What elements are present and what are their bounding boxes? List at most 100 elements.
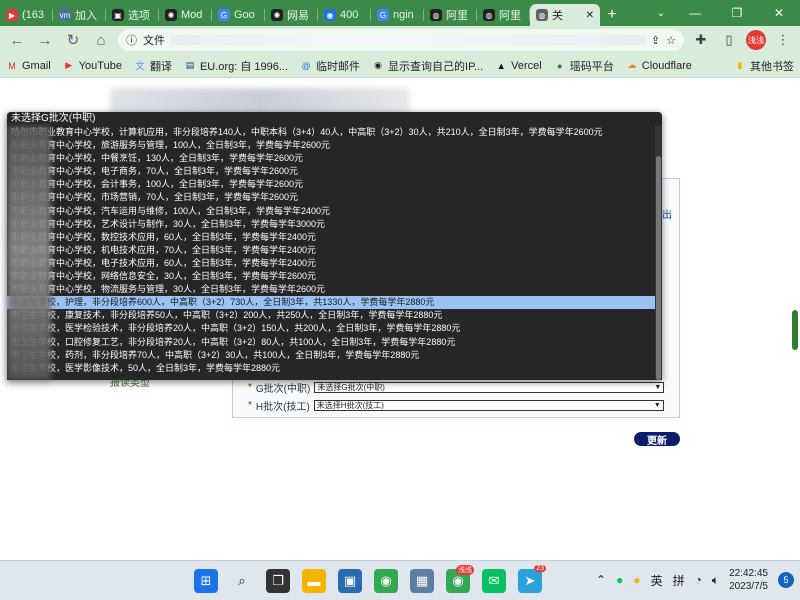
minimize-button[interactable]: — (674, 0, 716, 26)
store-icon[interactable]: ▣ (338, 569, 362, 593)
bookmark-item[interactable]: ☁ Cloudflare (626, 60, 692, 72)
bookmark-label: Vercel (511, 59, 542, 72)
bookmark-item[interactable]: M Gmail (6, 60, 50, 72)
tab-label: 400 (340, 9, 359, 21)
bookmark-item[interactable]: ▲ Vercel (495, 60, 542, 72)
dropdown-option[interactable]: 市职业教育中心学校，机电技术应用，70人，全日制3年，学费每学年2400元 (7, 244, 655, 257)
volume-icon[interactable]: 🔈︎ (712, 573, 719, 588)
dropdown-option[interactable]: 市卫生学校，药剂，非分段培养70人，中高职（3+2）30人，共100人，全日制3… (7, 349, 655, 362)
tab-label: Goo (234, 9, 255, 21)
dropdown-option[interactable]: 市职业教育中心学校，数控技术应用，60人，全日制3年，学费每学年2400元 (7, 231, 655, 244)
info-icon[interactable]: ⓘ (126, 32, 137, 48)
dropdown-option[interactable]: 市职业教育中心学校，汽车运用与维修，100人，全日制3年，学费每学年2400元 (7, 205, 655, 218)
wechat-icon[interactable]: ✉ (482, 569, 506, 593)
sidepanel-icon[interactable]: ▯ (718, 29, 740, 51)
browser-tab[interactable]: ✺ 网易 (265, 4, 318, 26)
forward-icon[interactable]: → (34, 29, 56, 51)
wechat-tray-icon[interactable]: ● (616, 573, 623, 587)
task-view-icon[interactable]: ❐ (266, 569, 290, 593)
address-bar[interactable]: ⓘ 文件 ⇪ ☆ (118, 29, 684, 51)
network-icon[interactable]: ◔ (695, 573, 702, 587)
browser-tab[interactable]: ▣ 选项 (106, 4, 159, 26)
notification-badge[interactable]: 5 (778, 572, 794, 588)
dropdown-option[interactable]: 市职业教育中心学校，艺术设计与制作，30人，全日制3年，学费每学年3000元 (7, 218, 655, 231)
dropdown-option[interactable]: 市职业教育中心学校，电子技术应用，60人，全日制3年，学费每学年2400元 (7, 257, 655, 270)
dropdown-option[interactable]: 市卫生学校，护理，非分段培养600人，中高职（3+2）730人，全日制3年，共1… (7, 296, 655, 310)
bookmark-item[interactable]: ▶ YouTube (63, 60, 122, 72)
bookmark-item[interactable]: ● 瑶码平台 (554, 58, 614, 74)
bookmark-item[interactable]: 文翻译 (134, 58, 172, 74)
browser-tab[interactable]: Gngin (371, 4, 424, 26)
browser-toolbar: ← → ↻ ⌂ ⓘ 文件 ⇪ ☆ ✚ ▯ 浅浅 ⋮ (0, 26, 800, 54)
dropdown-option[interactable]: 市卫生学校，医学检验技术，非分段培养20人，中高职（3+2）150人，共200人… (7, 322, 655, 335)
url-text-redacted (171, 35, 645, 45)
browser-tab[interactable]: ◍ 关 ✕ (530, 4, 600, 26)
browser-tab[interactable]: vm 加入 (53, 4, 106, 26)
update-button[interactable]: 更新 (634, 432, 680, 447)
profile-avatar[interactable]: 浅浅 (746, 30, 766, 50)
tab-search-icon[interactable]: ⌄ (648, 0, 674, 26)
browser-tab[interactable]: ◉ 400 (318, 4, 371, 26)
file-explorer-icon[interactable]: ▬ (302, 569, 326, 593)
bookmark-item[interactable]: ◉ 显示查询自己的IP... (372, 58, 483, 74)
scroll-thumb[interactable] (656, 156, 661, 380)
other-bookmarks-label: 其他书签 (750, 60, 794, 73)
screenshot-icon[interactable]: ▦ (410, 569, 434, 593)
dropdown-option[interactable]: 市卫生学校，医学影像技术，50人，全日制3年，学费每学年2880元 (7, 362, 655, 375)
dropdown-header[interactable]: 未选择G批次(中职) (7, 112, 662, 126)
g-batch-select[interactable]: 未选择G批次(中职) ▼ (314, 382, 665, 393)
dropdown-option[interactable]: 市卫生学校，口腔修复工艺，非分段培养20人，中高职（3+2）80人，共100人，… (7, 336, 655, 349)
chevron-up-icon[interactable]: ⌃ (596, 573, 606, 587)
browser-tab[interactable]: G Goo (212, 4, 265, 26)
openai-icon: ✺ (165, 9, 177, 21)
dropdown-scrollbar[interactable] (655, 126, 662, 380)
restore-button[interactable]: ❐ (716, 0, 758, 26)
dropdown-option[interactable]: 市职业教育中心学校，电子商务，70人，全日制3年，学费每学年2600元 (7, 165, 655, 178)
bookmark-item[interactable]: ▤ EU.org: 自 1996... (184, 58, 288, 74)
page-scrollbar[interactable] (792, 310, 798, 350)
telegram-icon[interactable]: ➤ 23 (518, 565, 546, 593)
menu-icon[interactable]: ⋮ (772, 29, 794, 51)
chrome-icon[interactable]: ◉ (374, 569, 398, 593)
bookmark-star-icon[interactable]: ☆ (666, 34, 676, 47)
browser-tab[interactable]: ▶ (163 (0, 4, 53, 26)
share-icon[interactable]: ⇪ (651, 34, 660, 47)
reload-icon[interactable]: ↻ (62, 29, 84, 51)
g-batch-dropdown[interactable]: 未选择G批次(中职) 哈尔市职业教育中心学校，计算机应用，非分段培养140人，中… (7, 112, 662, 380)
dropdown-option[interactable]: 市职业教育中心学校，会计事务，100人，全日制3年，学费每学年2600元 (7, 178, 655, 191)
extensions-icon[interactable]: ✚ (690, 29, 712, 51)
taskbar: ⊞ ⌕ ❐ ▬ ▣ ◉ ▦ ◉ 浅浅 ✉ ➤ 23 ⌃ ● ● 英 拼 ◔ 🔈︎ 2… (0, 560, 800, 600)
browser-tab[interactable]: ◍ 阿里 (424, 4, 477, 26)
dropdown-option[interactable]: 市卫生学校，康复技术，非分段培养50人，中高职（3+2）200人，共250人，全… (7, 309, 655, 322)
browser-tab[interactable]: ✺ Mod (159, 4, 212, 26)
dropdown-option[interactable]: 市职业教育中心学校，网络信息安全，30人，全日制3年，学费每学年2600元 (7, 270, 655, 283)
bookmark-item[interactable]: @ 临时邮件 (300, 58, 360, 74)
close-tab-icon[interactable]: ✕ (586, 10, 594, 21)
dropdown-option[interactable]: 哈尔市职业教育中心学校，计算机应用，非分段培养140人，中职本科（3+4）40人… (7, 126, 655, 139)
required-mark: * (248, 400, 252, 411)
ime-lang[interactable]: 英 (651, 572, 663, 589)
ime-mode[interactable]: 拼 (673, 572, 685, 589)
bookmark-label: 瑶码平台 (569, 60, 614, 73)
dropdown-option[interactable]: 市职业教育中心学校，市场营销，70人，全日制3年，学费每学年2600元 (7, 191, 655, 204)
browser-tab[interactable]: ◍ 阿里 (477, 4, 530, 26)
other-bookmarks[interactable]: ▮ 其他书签 (734, 58, 794, 74)
dropdown-option[interactable]: 市职业教育中心学校，旅游服务与管理，100人，全日制3年，学费每学年2600元 (7, 139, 655, 152)
tray-app-icon[interactable]: ● (633, 573, 640, 587)
clock[interactable]: 22:42:45 2023/7/5 (729, 567, 768, 593)
start-icon[interactable]: ⊞ (194, 569, 218, 593)
redacted-city-column (7, 126, 51, 380)
chrome-profile-icon[interactable]: ◉ 浅浅 (446, 565, 474, 593)
search-icon[interactable]: ⌕ (230, 569, 254, 593)
side-link[interactable]: 出 (662, 206, 672, 221)
dropdown-option[interactable]: 市职业教育中心学校，中餐烹饪，130人，全日制3年，学费每学年2600元 (7, 152, 655, 165)
new-tab-button[interactable]: + (600, 4, 624, 26)
system-tray: ⌃ ● ● 英 拼 ◔ 🔈︎ 22:42:45 2023/7/5 5 (596, 567, 794, 593)
home-icon[interactable]: ⌂ (90, 29, 112, 51)
close-button[interactable]: ✕ (758, 0, 800, 26)
bookmark-label: YouTube (78, 59, 122, 72)
dropdown-option[interactable]: 市职业教育中心学校，物流服务与管理，30人，全日制3年，学费每学年2600元 (7, 283, 655, 296)
platform-icon: ● (557, 60, 563, 71)
back-icon[interactable]: ← (6, 29, 28, 51)
h-batch-select[interactable]: 未选择H批次(技工) ▼ (313, 400, 664, 411)
